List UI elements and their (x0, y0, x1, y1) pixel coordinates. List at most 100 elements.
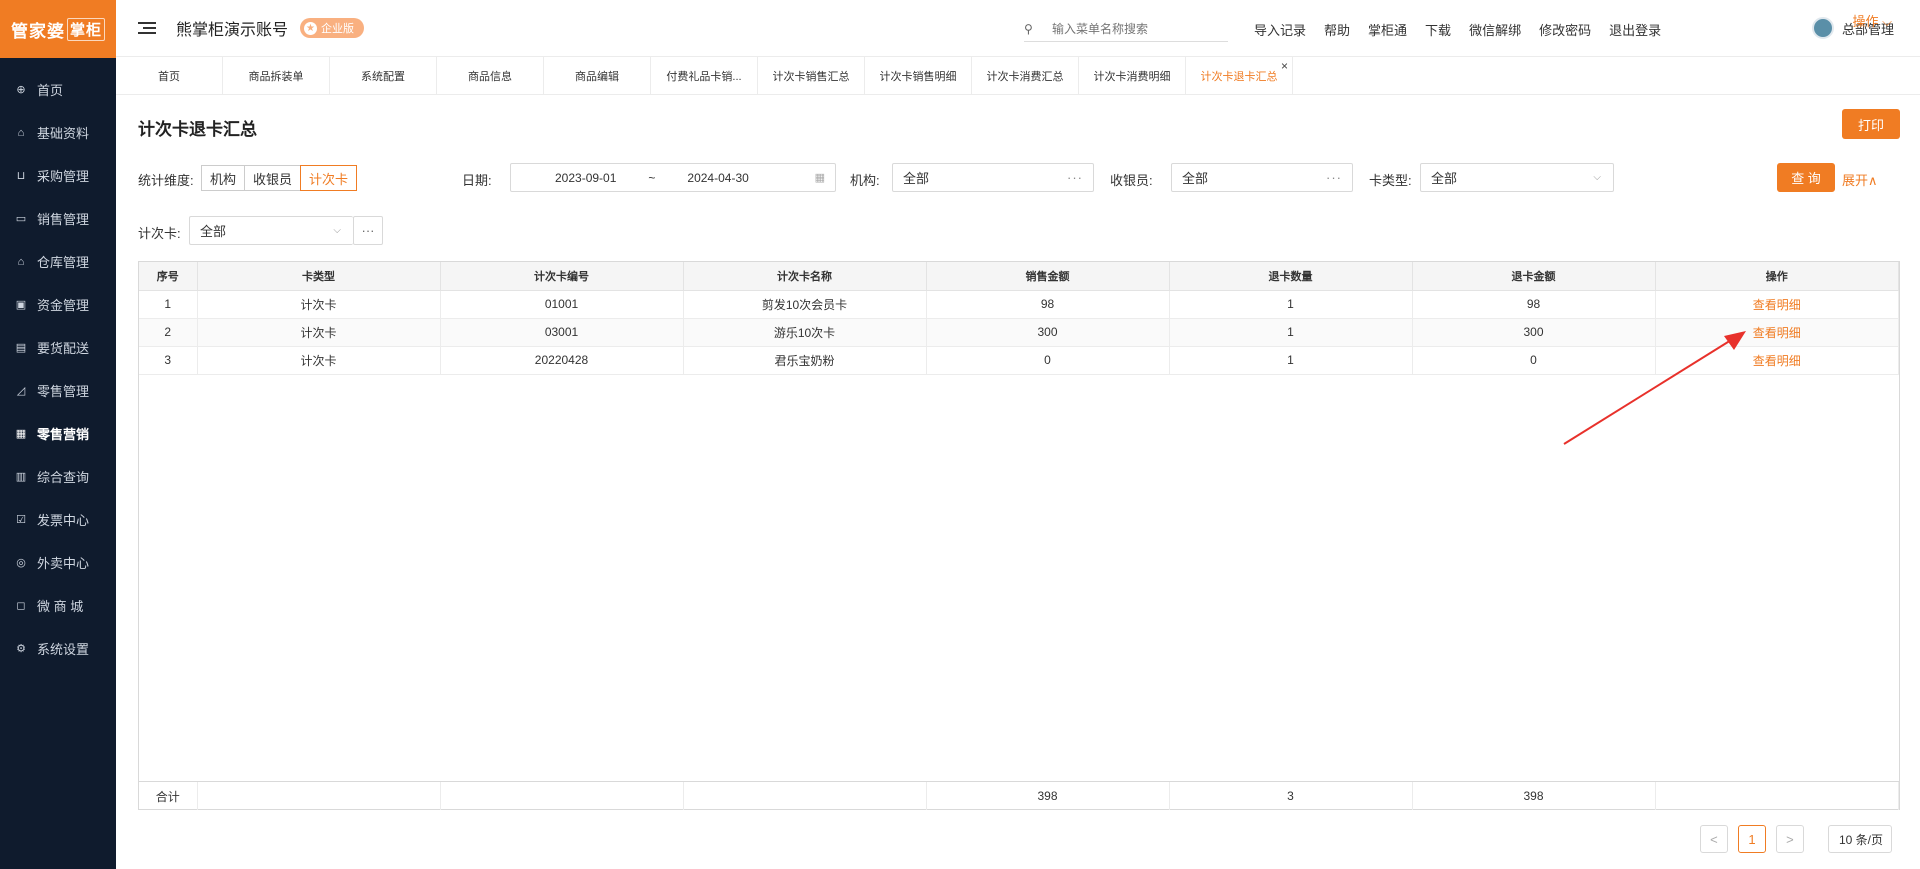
dimension-org-option[interactable]: 机构 (201, 165, 246, 191)
col-index[interactable]: 序号 (139, 262, 198, 291)
sidebar-item[interactable]: ▥ 综合查询 (0, 455, 116, 498)
calendar-icon: ▦ (814, 172, 825, 184)
gift-icon: ▦ (15, 428, 27, 440)
help-link[interactable]: 帮助 (1324, 20, 1350, 39)
change-password-link[interactable]: 修改密码 (1539, 20, 1591, 39)
logo-sub-text: 掌柜 (66, 17, 105, 41)
import-records-link[interactable]: 导入记录 (1254, 20, 1306, 39)
main-content: 计次卡退卡汇总 打印 统计维度: 机构 收银员 计次卡 日期: 2023-09-… (138, 95, 1900, 869)
sidebar-item[interactable]: ◻ 微 商 城 (0, 584, 116, 627)
sidebar-item-label: 销售管理 (37, 212, 90, 227)
menu-toggle-icon[interactable] (138, 22, 156, 34)
star-icon: ★ (304, 21, 318, 35)
table-cell: 0 (926, 346, 1170, 375)
close-icon[interactable]: × (1281, 59, 1288, 73)
brand-logo[interactable]: 管家婆 掌柜 (0, 0, 116, 58)
next-page-button[interactable]: > (1775, 825, 1804, 853)
sidebar-item[interactable]: ▭ 销售管理 (0, 197, 116, 240)
tab-system-config[interactable]: 系统配置 (330, 57, 437, 95)
prev-page-button[interactable]: < (1699, 825, 1728, 853)
wechat-unbind-link[interactable]: 微信解绑 (1469, 20, 1521, 39)
col-sales-amount[interactable]: 销售金额 (926, 262, 1170, 291)
table-cell: 20220428 (440, 346, 684, 375)
org-label: 机构: (850, 173, 880, 188)
tab-product-assembly[interactable]: 商品拆装单 (223, 57, 330, 95)
table-cell: 1 (1169, 318, 1413, 347)
tab-bar: 首页 商品拆装单 系统配置 商品信息 商品编辑 付费礼品卡销... 计次卡销售汇… (116, 57, 1920, 95)
total-cell (440, 782, 684, 810)
col-card-type[interactable]: 卡类型 (197, 262, 441, 291)
chart-icon: ◿ (16, 385, 26, 397)
tab-operations-menu[interactable]: 操作 ⌵ (1853, 11, 1892, 30)
view-detail-link[interactable]: 查看明细 (1655, 290, 1899, 319)
menu-search[interactable]: ⚲ (1024, 16, 1228, 42)
chevron-down-icon: ⌵ (333, 225, 341, 236)
table-cell: 1 (1169, 290, 1413, 319)
dimension-label: 统计维度: (138, 173, 194, 188)
query-button[interactable]: 查 询 (1777, 163, 1835, 192)
more-icon: ··· (361, 223, 375, 238)
account-name: 熊掌柜演示账号 (176, 22, 289, 39)
sidebar-item[interactable]: ☑ 发票中心 (0, 498, 116, 541)
tab-count-card-consume-summary[interactable]: 计次卡消费汇总 (972, 57, 1079, 95)
page-size-select[interactable]: 10 条/页 (1827, 825, 1892, 853)
sidebar-item[interactable]: ⊕ 首页 (0, 68, 116, 111)
table-cell: 01001 (440, 290, 684, 319)
col-refund-qty[interactable]: 退卡数量 (1169, 262, 1413, 291)
org-value: 全部 (903, 171, 930, 186)
table-cell: 1 (1169, 346, 1413, 375)
tab-product-info[interactable]: 商品信息 (437, 57, 544, 95)
zhanggui-link[interactable]: 掌柜通 (1368, 20, 1407, 39)
tab-gift-card-sales[interactable]: 付费礼品卡销... (651, 57, 758, 95)
org-select[interactable]: 全部 ··· (892, 163, 1094, 192)
sidebar-item[interactable]: ◎ 外卖中心 (0, 541, 116, 584)
card-more-button[interactable]: ··· (353, 216, 383, 245)
sidebar-item[interactable]: ◿ 零售管理 (0, 369, 116, 412)
card-type-select[interactable]: 全部 ⌵ (1420, 163, 1614, 192)
sidebar: 管家婆 掌柜 ⊕ 首页 ⌂ 基础资料 ⊔ 采购管理 ▭ 销售管理 ⌂ 仓库管理 ▣ 资金管理 ▤ 要货配送… (0, 0, 116, 869)
sidebar-item[interactable]: ⌂ 基础资料 (0, 111, 116, 154)
card-type-value: 全部 (1431, 171, 1458, 186)
tab-count-card-sales-summary[interactable]: 计次卡销售汇总 (758, 57, 865, 95)
col-card-code[interactable]: 计次卡编号 (440, 262, 684, 291)
sidebar-item[interactable]: ▤ 要货配送 (0, 326, 116, 369)
date-range-picker[interactable]: 2023-09-01 ~ 2024-04-30 ▦ (510, 163, 836, 192)
chevron-down-icon: ⌵ (1593, 172, 1601, 183)
table-cell: 计次卡 (197, 290, 441, 319)
table-row: 1 计次卡 01001 剪发10次会员卡 98 1 98 查看明细 (139, 290, 1899, 319)
col-card-name[interactable]: 计次卡名称 (683, 262, 927, 291)
dimension-cashier-option[interactable]: 收银员 (244, 165, 302, 191)
sidebar-item[interactable]: ▣ 资金管理 (0, 283, 116, 326)
money-icon: ▣ (15, 299, 27, 311)
logout-link[interactable]: 退出登录 (1609, 20, 1661, 39)
pagination: < 1 > 10 条/页 (1699, 825, 1892, 853)
sidebar-item[interactable]: ⌂ 仓库管理 (0, 240, 116, 283)
delivery-icon: ▤ (15, 342, 27, 354)
col-refund-amount[interactable]: 退卡金额 (1412, 262, 1656, 291)
table-cell: 游乐10次卡 (683, 318, 927, 347)
date-from: 2023-09-01 (555, 170, 617, 185)
download-link[interactable]: 下载 (1425, 20, 1451, 39)
tab-home[interactable]: 首页 (116, 57, 223, 95)
sidebar-item[interactable]: ⊔ 采购管理 (0, 154, 116, 197)
dimension-card-option[interactable]: 计次卡 (300, 165, 358, 191)
sidebar-item[interactable]: ▦ 零售营销 (0, 412, 116, 455)
tab-product-edit[interactable]: 商品编辑 (544, 57, 651, 95)
cashier-select[interactable]: 全部 ··· (1171, 163, 1353, 192)
sidebar-menu: ⊕ 首页 ⌂ 基础资料 ⊔ 采购管理 ▭ 销售管理 ⌂ 仓库管理 ▣ 资金管理 ▤ 要货配送 ◿ 零售管理 ▦ 零… (0, 58, 116, 670)
print-button[interactable]: 打印 (1842, 109, 1900, 139)
expand-toggle[interactable]: 展开∧ (1842, 170, 1878, 189)
sidebar-item[interactable]: ⚙ 系统设置 (0, 627, 116, 670)
edition-badge: ★ 企业版 (300, 18, 365, 38)
warehouse-icon: ⌂ (17, 255, 25, 268)
page-1-button[interactable]: 1 (1737, 825, 1766, 853)
tab-count-card-refund-summary[interactable]: 计次卡退卡汇总 × (1186, 57, 1293, 95)
shop-bag-icon: ◻ (16, 600, 26, 612)
tab-count-card-consume-detail[interactable]: 计次卡消费明细 (1079, 57, 1186, 95)
sidebar-item-label: 微 商 城 (37, 599, 84, 614)
menu-search-input[interactable] (1052, 21, 1222, 36)
tab-count-card-sales-detail[interactable]: 计次卡销售明细 (865, 57, 972, 95)
table-cell: 剪发10次会员卡 (683, 290, 927, 319)
date-separator: ~ (648, 170, 656, 185)
card-select[interactable]: 全部 ⌵ (189, 216, 353, 245)
